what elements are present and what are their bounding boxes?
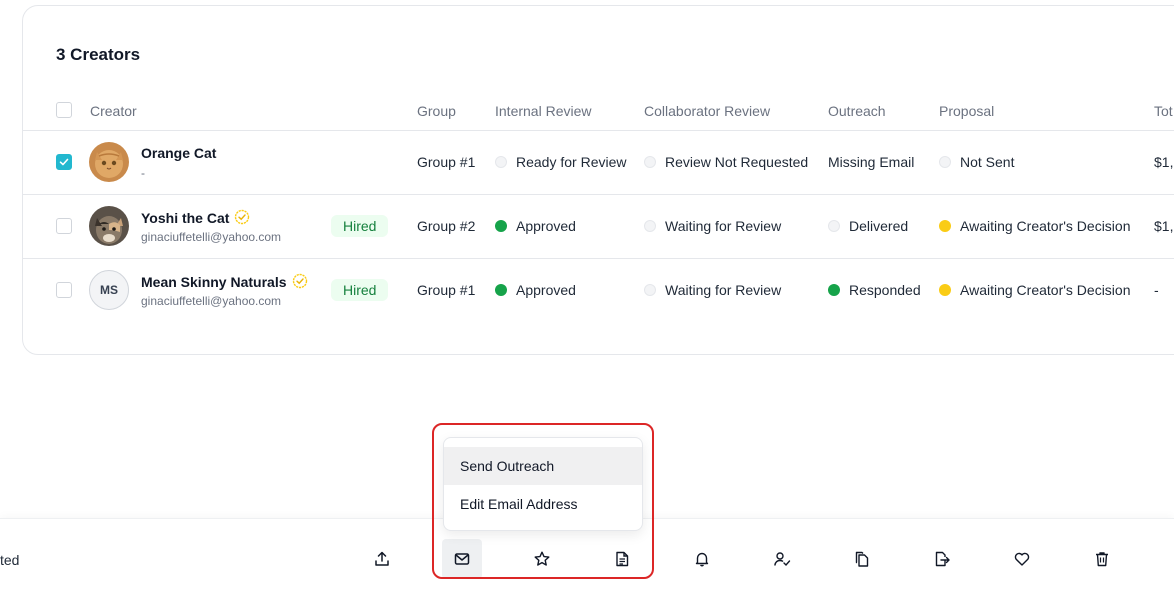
delete-button[interactable] [1082,539,1122,579]
status-label: Waiting for Review [665,282,782,298]
creators-card: 3 Creators Creator Group Internal Review… [22,5,1174,355]
status-dot [828,284,840,296]
avatar-initials[interactable]: MS [89,270,129,310]
row-divider [23,130,1174,131]
export-button[interactable] [362,539,402,579]
collaborator-review-cell[interactable]: Waiting for Review [644,218,781,234]
header-creator[interactable]: Creator [90,103,137,119]
status-dot [495,156,507,168]
like-button[interactable] [1002,539,1042,579]
select-all-checkbox[interactable] [56,102,72,118]
document-icon [616,551,629,567]
outreach-cell[interactable]: Missing Email [828,154,914,170]
duplicate-button[interactable] [842,539,882,579]
creator-name[interactable]: Yoshi the Cat [141,209,250,226]
status-label: Ready for Review [516,154,627,170]
row-checkbox[interactable] [56,218,72,234]
verified-badge-icon [235,209,250,225]
group-cell: Group #1 [417,154,476,170]
header-proposal[interactable]: Proposal [939,103,994,119]
creator-email: ginaciuffetelli@yahoo.com [141,294,282,308]
row-divider [23,258,1174,259]
status-label: Not Sent [960,154,1015,170]
avatar[interactable] [89,142,129,182]
outreach-button[interactable] [442,539,482,579]
status-label: Responded [849,282,921,298]
avatar[interactable] [89,206,129,246]
total-cell: $1, [1154,154,1174,170]
trash-icon [1096,552,1108,567]
assign-button[interactable] [762,539,802,579]
row-divider [23,194,1174,195]
header-group[interactable]: Group [417,103,456,119]
file-export-icon [935,551,950,567]
creator-name-text: Mean Skinny Naturals [141,274,287,290]
header-internal-review[interactable]: Internal Review [495,103,592,119]
proposal-cell[interactable]: Awaiting Creator's Decision [939,282,1131,298]
creator-email: - [141,166,145,180]
row-checkbox[interactable] [56,154,72,170]
mail-icon [454,553,470,565]
proposal-cell[interactable]: Awaiting Creator's Decision [939,218,1131,234]
menu-item-send-outreach[interactable]: Send Outreach [444,447,642,485]
status-label: Awaiting Creator's Decision [960,218,1131,234]
status-dot [939,220,951,232]
internal-review-cell[interactable]: Ready for Review [495,154,627,170]
status-label: Approved [516,282,576,298]
header-total[interactable]: Tot [1154,103,1173,119]
status-dot [495,220,507,232]
status-dot [828,220,840,232]
status-label: Delivered [849,218,909,234]
user-check-icon [774,552,791,567]
status-label: Review Not Requested [665,154,809,170]
export-icon [375,551,389,566]
status-dot [644,284,656,296]
move-button[interactable] [922,539,962,579]
status-dot [495,284,507,296]
status-label: Awaiting Creator's Decision [960,282,1131,298]
proposal-button[interactable] [602,539,642,579]
heart-icon [1014,552,1030,566]
status-label: Approved [516,218,576,234]
internal-review-cell[interactable]: Approved [495,218,576,234]
outreach-dropdown-menu: Send Outreach Edit Email Address [443,437,643,531]
header-collaborator-review[interactable]: Collaborator Review [644,103,770,119]
cat-photo-icon [89,142,129,182]
check-icon [59,158,69,166]
creator-name[interactable]: Mean Skinny Naturals [141,273,308,290]
selected-count-text: ted [0,552,20,568]
copy-icon [855,551,869,567]
outreach-cell[interactable]: Delivered [828,218,908,234]
creator-email: ginaciuffetelli@yahoo.com [141,230,282,244]
bell-icon [695,552,709,567]
card-title: 3 Creators [56,45,141,64]
group-cell: Group #1 [417,282,476,298]
outreach-cell[interactable]: Responded [828,282,921,298]
total-cell: - [1154,282,1159,298]
creator-name-text: Yoshi the Cat [141,210,230,226]
collaborator-review-cell[interactable]: Waiting for Review [644,282,781,298]
row-checkbox[interactable] [56,282,72,298]
header-outreach[interactable]: Outreach [828,103,886,119]
proposal-cell[interactable]: Not Sent [939,154,1014,170]
status-dot [644,220,656,232]
internal-review-cell[interactable]: Approved [495,282,576,298]
status-dot [644,156,656,168]
total-cell: $1, [1154,218,1174,234]
hired-badge: Hired [331,215,389,237]
status-dot [939,284,951,296]
favorite-button[interactable] [522,539,562,579]
status-dot [939,156,951,168]
reminder-button[interactable] [682,539,722,579]
menu-item-edit-email[interactable]: Edit Email Address [444,485,642,523]
hired-badge: Hired [331,279,389,301]
star-icon [534,551,550,566]
group-cell: Group #2 [417,218,476,234]
collaborator-review-cell[interactable]: Review Not Requested [644,154,808,170]
verified-badge-icon [292,273,307,289]
cat-photo-icon [89,206,129,246]
creator-name[interactable]: Orange Cat [141,145,216,161]
status-label: Waiting for Review [665,218,782,234]
